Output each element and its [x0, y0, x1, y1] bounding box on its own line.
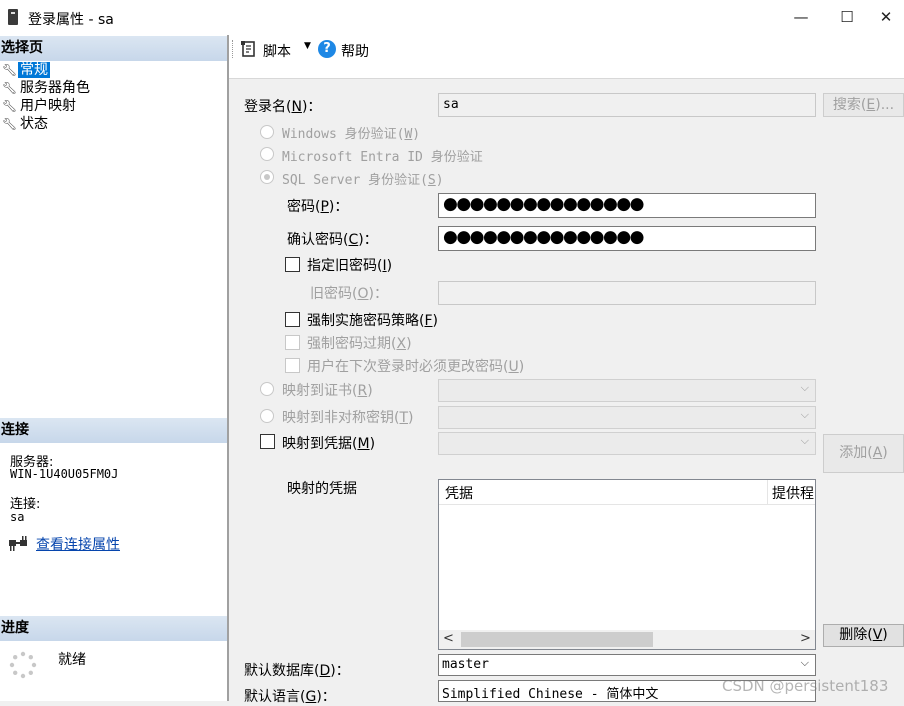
default-language-value: Simplified Chinese - 简体中文 — [442, 687, 659, 702]
mapped-credentials-grid[interactable]: 凭据 提供程 < > — [438, 479, 816, 650]
horizontal-scrollbar[interactable]: < > — [439, 630, 815, 649]
connection-value: sa — [10, 510, 25, 524]
remove-button[interactable]: 删除(V) — [823, 624, 904, 647]
wrench-icon: 🔧︎ — [2, 63, 18, 77]
page-item-general[interactable]: 🔧︎ 常规 — [2, 61, 50, 79]
server-value: WIN-1U40U05FM0J — [10, 467, 119, 481]
map-certificate-radio[interactable] — [260, 382, 274, 396]
map-credential-checkbox[interactable] — [260, 434, 275, 449]
enforce-policy-checkbox[interactable] — [285, 312, 300, 327]
old-password-input[interactable] — [438, 281, 816, 305]
credential-select[interactable]: ⌵ — [438, 432, 816, 455]
password-input[interactable]: ●●●●●●●●●●●●●●● — [438, 193, 816, 218]
watermark: CSDN @persistent183 — [722, 677, 889, 695]
map-certificate-label: 映射到证书(R) — [282, 383, 373, 399]
windows-auth-label: Windows 身份验证(W) — [282, 127, 421, 142]
specify-old-password-label: 指定旧密码(I) — [307, 258, 393, 274]
asymmetric-key-select[interactable]: ⌵ — [438, 406, 816, 429]
column-divider[interactable] — [767, 480, 768, 504]
left-pane — [0, 35, 227, 701]
pane-divider[interactable] — [227, 35, 229, 701]
search-button[interactable]: 搜索(E)... — [823, 93, 904, 117]
mapped-credentials-label: 映射的凭据 — [287, 481, 357, 497]
progress-header: 进度 — [0, 616, 227, 641]
map-asymmetric-key-label: 映射到非对称密钥(T) — [282, 410, 414, 426]
connection-header: 连接 — [0, 418, 227, 443]
close-button[interactable]: ✕ — [868, 4, 904, 30]
must-change-checkbox[interactable] — [285, 358, 300, 373]
column-header-credential[interactable]: 凭据 — [445, 483, 473, 503]
page-label: 状态 — [20, 116, 48, 132]
page-label: 用户映射 — [20, 98, 76, 114]
chevron-down-icon: ⌵ — [800, 381, 809, 394]
maximize-button[interactable]: ☐ — [824, 4, 870, 30]
window-title: 登录属性 - sa — [28, 12, 114, 28]
login-name-label: 登录名(N)： — [244, 99, 322, 115]
page-label: 服务器角色 — [20, 80, 90, 96]
chevron-down-icon: ⌵ — [800, 434, 809, 447]
chevron-down-icon: ⌵ — [800, 656, 809, 669]
page-item-status[interactable]: 🔧︎ 状态 — [2, 115, 50, 133]
wrench-icon: 🔧︎ — [2, 117, 18, 131]
enforce-expiry-label: 强制密码过期(X) — [307, 336, 412, 352]
must-change-label: 用户在下次登录时必须更改密码(U) — [307, 359, 525, 375]
login-name-input[interactable]: sa — [438, 93, 816, 117]
scroll-left-icon[interactable]: < — [443, 631, 454, 646]
minimize-button[interactable]: — — [778, 4, 824, 30]
grid-header: 凭据 提供程 — [439, 480, 815, 505]
connection-properties-icon — [7, 534, 29, 552]
entra-auth-label: Microsoft Entra ID 身份验证 — [282, 150, 483, 165]
specify-old-password-checkbox[interactable] — [285, 257, 300, 272]
default-language-label: 默认语言(G)： — [244, 689, 336, 705]
app-icon — [8, 9, 18, 25]
view-connection-properties-link[interactable]: 查看连接属性 — [36, 534, 120, 554]
entra-auth-radio[interactable] — [260, 147, 274, 161]
confirm-password-label: 确认密码(C)： — [287, 232, 378, 248]
old-password-label: 旧密码(O)： — [310, 286, 388, 302]
spinner-icon — [8, 650, 38, 680]
sql-auth-radio[interactable] — [260, 170, 274, 184]
map-asymmetric-key-radio[interactable] — [260, 409, 274, 423]
sql-auth-label: SQL Server 身份验证(S) — [282, 173, 444, 188]
add-button[interactable]: 添加(A) — [823, 434, 904, 473]
script-button[interactable]: 脚本 — [263, 41, 291, 61]
default-database-label: 默认数据库(D)： — [244, 663, 350, 679]
wrench-icon: 🔧︎ — [2, 99, 18, 113]
map-credential-label: 映射到凭据(M) — [282, 436, 376, 452]
page-label: 常规 — [18, 62, 50, 78]
windows-auth-radio[interactable] — [260, 125, 274, 139]
script-dropdown-arrow[interactable]: ▼ — [304, 41, 311, 51]
progress-status: 就绪 — [58, 652, 86, 668]
column-header-provider[interactable]: 提供程 — [772, 483, 814, 503]
default-database-select[interactable]: master ⌵ — [438, 654, 816, 676]
certificate-select[interactable]: ⌵ — [438, 379, 816, 402]
title-bar: 登录属性 - sa — ☐ ✕ — [0, 0, 904, 35]
scroll-right-icon[interactable]: > — [800, 631, 811, 646]
confirm-password-input[interactable]: ●●●●●●●●●●●●●●● — [438, 226, 816, 251]
scrollbar-thumb[interactable] — [461, 632, 653, 647]
page-item-user-mapping[interactable]: 🔧︎ 用户映射 — [2, 97, 78, 115]
enforce-policy-label: 强制实施密码策略(F) — [307, 313, 438, 329]
wrench-icon: 🔧︎ — [2, 81, 18, 95]
script-icon[interactable] — [240, 40, 258, 58]
page-item-server-roles[interactable]: 🔧︎ 服务器角色 — [2, 79, 92, 97]
toolbar-grip — [232, 40, 235, 58]
enforce-expiry-checkbox[interactable] — [285, 335, 300, 350]
chevron-down-icon: ⌵ — [800, 408, 809, 421]
password-label: 密码(P)： — [287, 199, 349, 215]
help-icon[interactable]: ? — [318, 40, 336, 58]
help-button[interactable]: 帮助 — [341, 41, 369, 61]
select-page-header: 选择页 — [0, 36, 227, 61]
default-database-value: master — [442, 657, 489, 672]
